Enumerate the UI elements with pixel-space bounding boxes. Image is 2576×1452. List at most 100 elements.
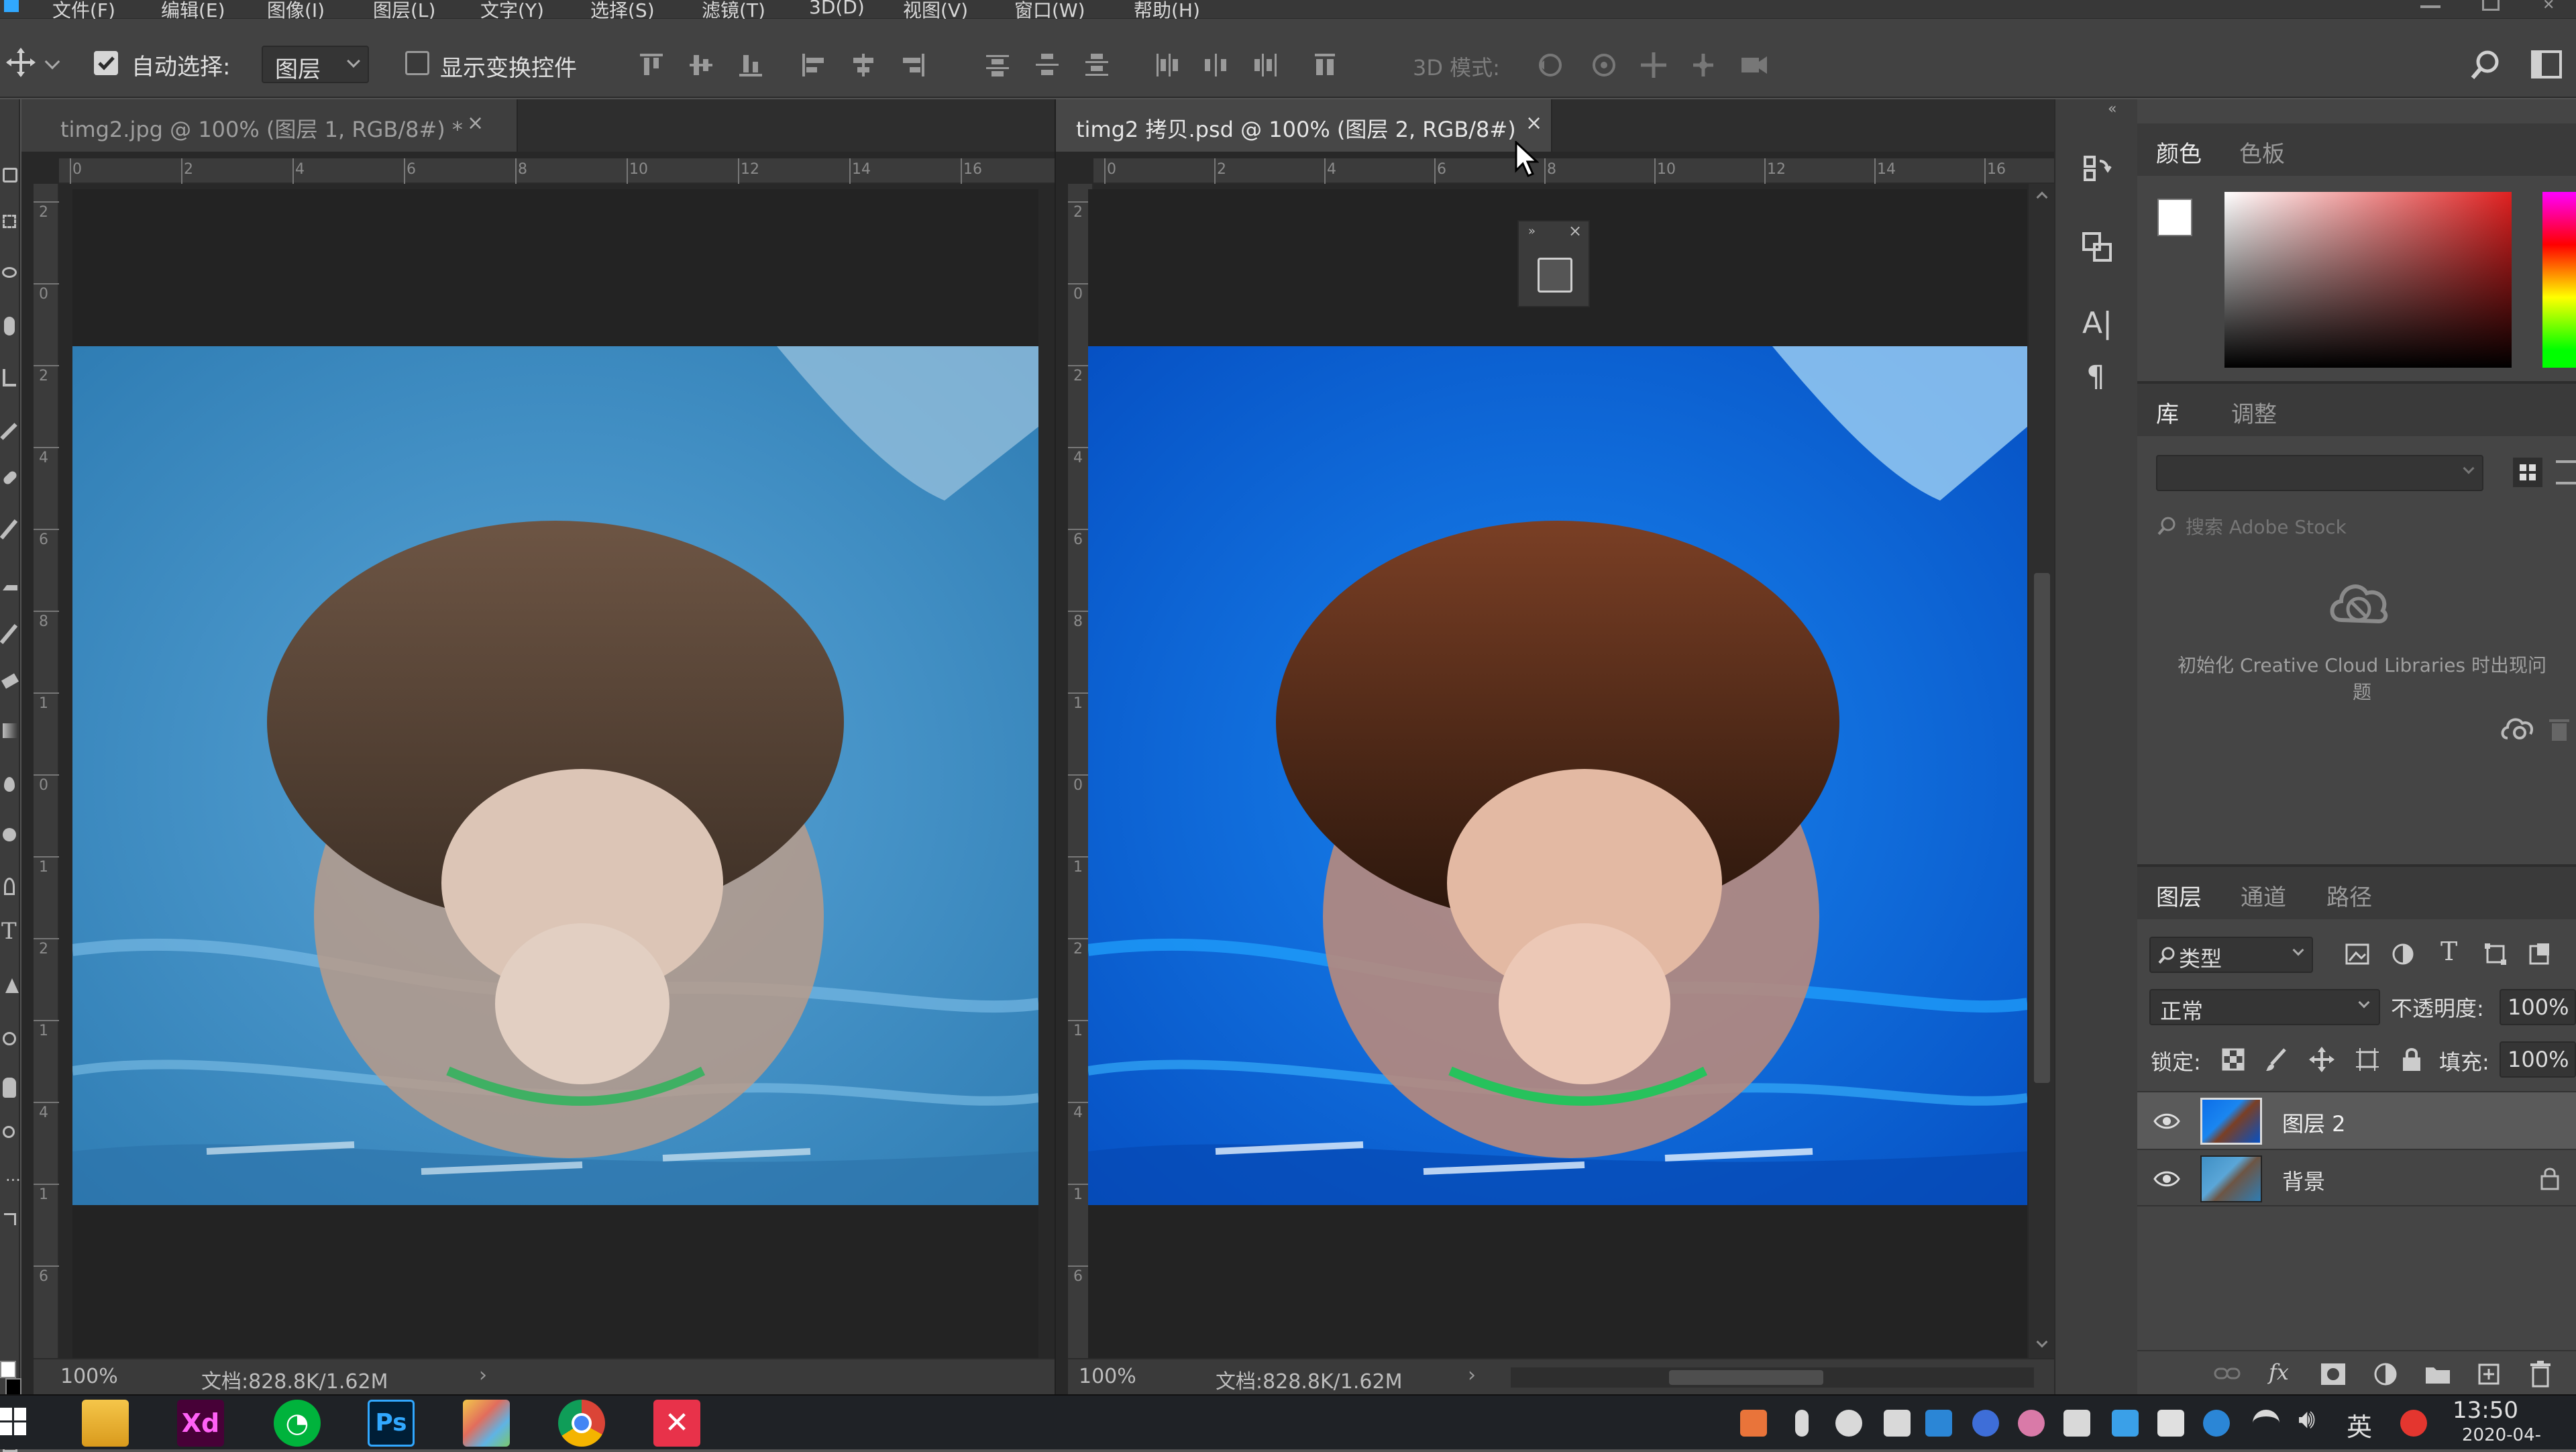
bluetooth-icon[interactable]: [2203, 1410, 2230, 1437]
chevron-right-icon[interactable]: ›: [479, 1363, 487, 1387]
link-layers-icon[interactable]: [2214, 1362, 2241, 1385]
shape-tool[interactable]: [3, 1032, 16, 1045]
align-vertical-centers-icon[interactable]: [686, 50, 716, 81]
ime-indicator[interactable]: 英: [2347, 1406, 2372, 1443]
type-tool[interactable]: T: [1, 918, 17, 945]
blur-tool[interactable]: [4, 777, 15, 792]
move-tool[interactable]: [3, 168, 17, 183]
gradient-tool[interactable]: [3, 723, 17, 738]
move-tool-icon[interactable]: [5, 47, 36, 78]
lock-artboard-icon[interactable]: [2355, 1047, 2380, 1072]
marquee-tool[interactable]: [3, 215, 16, 228]
ruler-horizontal[interactable]: 0 2 4 6 8 10 12 14 16: [1093, 158, 2059, 184]
sogou-icon[interactable]: [2400, 1410, 2427, 1437]
more-tools-icon[interactable]: ···: [5, 1172, 21, 1188]
adobe-xd-icon[interactable]: Xd: [177, 1400, 224, 1447]
lock-position-icon[interactable]: [2309, 1047, 2334, 1072]
paint-icon[interactable]: [463, 1400, 510, 1447]
path-select-tool[interactable]: [5, 978, 19, 993]
layer-row-layer2[interactable]: 图层 2: [2137, 1091, 2576, 1149]
menu-3d[interactable]: 3D(D): [809, 0, 865, 18]
tray-app-icon[interactable]: [1740, 1410, 1767, 1437]
lock-transparent-pixels-icon[interactable]: [2220, 1047, 2246, 1072]
photoshop-icon[interactable]: Ps: [368, 1400, 415, 1447]
tray-blue-icon[interactable]: [1925, 1410, 1952, 1437]
transform-icon[interactable]: [2081, 231, 2113, 263]
color-field[interactable]: [2224, 192, 2512, 368]
foreground-color-swatch[interactable]: [0, 1361, 16, 1378]
chevron-down-icon[interactable]: [44, 54, 60, 70]
3d-scale-icon[interactable]: [1739, 50, 1770, 81]
distribute-top-icon[interactable]: [982, 50, 1013, 81]
workspace-icon[interactable]: [2530, 50, 2563, 79]
layer-name[interactable]: 背景: [2282, 1165, 2325, 1196]
auto-select-target-dropdown[interactable]: 图层: [262, 46, 369, 83]
pen-tool[interactable]: [4, 878, 15, 895]
paragraph-icon[interactable]: ¶: [2086, 360, 2105, 394]
layer-name[interactable]: 图层 2: [2282, 1107, 2346, 1138]
clock-time[interactable]: 13:50: [2453, 1397, 2518, 1424]
tray-grid-icon[interactable]: [2157, 1410, 2184, 1437]
close-tab-icon[interactable]: ×: [467, 111, 484, 135]
3d-roll-icon[interactable]: [1589, 50, 1619, 81]
ruler-vertical[interactable]: 20246810121416: [34, 184, 59, 1392]
history-icon[interactable]: [2081, 153, 2113, 185]
eye-visibility-icon[interactable]: [2153, 1168, 2180, 1190]
canvas-area[interactable]: » ×: [1088, 189, 2027, 1376]
chevron-up-icon[interactable]: [2036, 191, 2048, 203]
volume-icon[interactable]: 🔊︎: [2298, 1404, 2315, 1435]
3d-slide-icon[interactable]: [1688, 50, 1719, 81]
horizontal-scrollbar[interactable]: [1511, 1367, 2034, 1388]
canvas-area[interactable]: [72, 189, 1038, 1376]
hue-slider[interactable]: [2542, 192, 2576, 368]
search-icon[interactable]: [2469, 48, 2502, 82]
distribute-vertical-centers-icon[interactable]: [1032, 50, 1063, 81]
zoom-level[interactable]: 100%: [1079, 1365, 1136, 1388]
properties-icon[interactable]: [1538, 258, 1572, 293]
layer-thumbnail[interactable]: [2200, 1098, 2262, 1145]
chevron-down-icon[interactable]: [2036, 1336, 2048, 1348]
lock-all-icon[interactable]: [2400, 1047, 2423, 1072]
photoshop-logo-icon[interactable]: [4, 0, 19, 12]
close-tab-icon[interactable]: ×: [1525, 111, 1542, 135]
align-right-edges-icon[interactable]: [898, 50, 928, 81]
ruler-horizontal[interactable]: 0 2 4 6 8 10 12 14 16: [59, 158, 1055, 184]
close-window-icon[interactable]: ✕: [2542, 0, 2560, 13]
align-bottom-edges-icon[interactable]: [735, 50, 766, 81]
align-horizontal-centers-icon[interactable]: [848, 50, 879, 81]
iqiyi-icon[interactable]: ◔: [274, 1400, 321, 1447]
distribute-horizontal-centers-icon[interactable]: [1201, 50, 1232, 81]
quick-select-tool[interactable]: [4, 317, 15, 335]
grid-view-icon[interactable]: [2513, 458, 2542, 487]
align-left-edges-icon[interactable]: [798, 50, 829, 81]
add-mask-icon[interactable]: [2320, 1362, 2347, 1386]
tab-libraries[interactable]: 库: [2156, 396, 2179, 429]
canvas-image-edited[interactable]: [1088, 346, 2027, 1205]
scrollbar-thumb[interactable]: [1669, 1370, 1823, 1385]
filter-type-icon[interactable]: T: [2440, 937, 2457, 966]
filter-smart-object-icon[interactable]: [2526, 941, 2553, 968]
show-transform-checkbox[interactable]: [405, 51, 429, 75]
auto-select-checkbox[interactable]: [94, 51, 118, 75]
brush-tool[interactable]: [0, 519, 18, 539]
list-view-icon[interactable]: [2556, 460, 2576, 484]
document-tab-1[interactable]: timg2.jpg @ 100% (图层 1, RGB/8#) * ×: [21, 99, 518, 152]
blend-mode-dropdown[interactable]: 正常: [2149, 989, 2380, 1025]
filter-shape-icon[interactable]: [2482, 941, 2509, 968]
character-icon[interactable]: A|: [2082, 306, 2112, 340]
healing-brush-tool[interactable]: [1, 469, 19, 486]
tab-adjustments[interactable]: 调整: [2231, 396, 2277, 429]
distribute-left-icon[interactable]: [1151, 50, 1182, 81]
tab-layers[interactable]: 图层: [2156, 879, 2202, 912]
zoom-tool[interactable]: [3, 1126, 15, 1138]
align-top-edges-icon[interactable]: [636, 50, 667, 81]
layer-style-fx-icon[interactable]: fx: [2269, 1359, 2289, 1385]
shield-icon[interactable]: [1884, 1410, 1911, 1437]
new-group-icon[interactable]: [2424, 1363, 2451, 1385]
filter-pixel-icon[interactable]: [2344, 941, 2371, 968]
filter-adjustment-icon[interactable]: [2390, 941, 2416, 968]
eraser-tool[interactable]: [1, 673, 19, 689]
zoom-level[interactable]: 100%: [60, 1365, 118, 1388]
floating-mini-panel[interactable]: » ×: [1517, 220, 1590, 307]
crop-tool[interactable]: [3, 369, 16, 386]
